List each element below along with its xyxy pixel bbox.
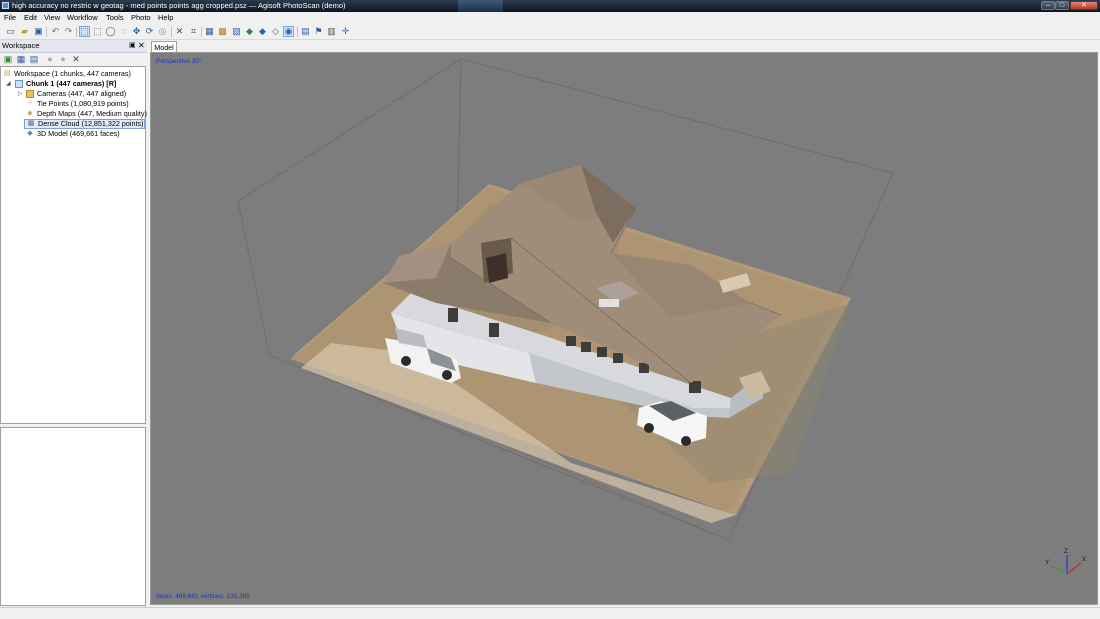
workspace-toolbar: ▣ ▦ ▤ ● ● ✕ (0, 53, 147, 66)
app-icon (2, 2, 9, 9)
undo-icon[interactable]: ↶ (50, 26, 61, 37)
viewport-status: faces: 469,661 vertices: 235,385 (156, 593, 250, 600)
model-icon: ◆ (27, 130, 33, 138)
tree-item-workspace[interactable]: ▤ Workspace (1 chunks, 447 cameras) (3, 69, 131, 79)
menu-bar: File Edit View Workflow Tools Photo Help (0, 12, 1100, 24)
axis-y-label: Y (1045, 559, 1050, 566)
tree-item-cameras[interactable]: Cameras (447, 447 aligned) (26, 89, 126, 99)
tree-item-dense-cloud[interactable]: ▦ Dense Cloud (12,851,322 points) (24, 119, 145, 129)
save-icon[interactable]: ▣ (33, 26, 44, 37)
menu-workflow[interactable]: Workflow (67, 12, 98, 24)
toolbar-separator (46, 27, 47, 37)
chunk-icon (15, 80, 23, 89)
redo-icon[interactable]: ↷ (63, 26, 74, 37)
remove-icon[interactable]: ✕ (71, 54, 81, 64)
solid-model-icon[interactable]: ◆ (257, 26, 268, 37)
delete-selection-icon[interactable]: ✕ (174, 26, 185, 37)
toolbar: ▭ ▰ ▣ ↶ ↷ ⬚ ⬚ ◯ ◌ ✥ ⟳ ◎ ✕ ⌗ ▦ ▩ ▧ ◆ ◆ ◇ … (0, 25, 1100, 40)
workspace-tree: ▤ Workspace (1 chunks, 447 cameras) ◢ Chu… (0, 66, 147, 424)
axis-x-label: X (1082, 556, 1087, 563)
folder-icon (26, 90, 34, 99)
disable-icon[interactable]: ● (58, 54, 68, 64)
enable-icon[interactable]: ● (45, 54, 55, 64)
taskbar-highlight (458, 0, 503, 12)
menu-file[interactable]: File (4, 12, 16, 24)
toolbar-separator (201, 27, 202, 37)
tree-item-depth-maps[interactable]: ◈ Depth Maps (447, Medium quality) (26, 109, 147, 119)
show-dense-cloud-icon[interactable]: ▧ (231, 26, 242, 37)
status-bar (0, 607, 1100, 619)
properties-panel (0, 427, 146, 606)
maximize-button[interactable]: □ (1055, 1, 1069, 10)
toolbar-separator (297, 27, 298, 37)
axis-z-label: Z (1064, 548, 1068, 555)
open-icon[interactable]: ▰ (19, 26, 30, 37)
show-markers-icon[interactable]: ⚑ (313, 26, 324, 37)
menu-tools[interactable]: Tools (106, 12, 124, 24)
collapse-arrow-icon[interactable]: ◢ (6, 79, 11, 89)
textured-model-icon[interactable]: ◉ (283, 26, 294, 37)
menu-photo[interactable]: Photo (131, 12, 151, 24)
menu-help[interactable]: Help (158, 12, 173, 24)
move-object-icon[interactable]: ✥ (131, 26, 142, 37)
reset-view-icon[interactable]: ✛ (340, 26, 351, 37)
projection-label: Perspective 30° (156, 58, 202, 65)
menu-edit[interactable]: Edit (24, 12, 37, 24)
close-button[interactable]: ✕ (1070, 1, 1098, 10)
workspace-icon: ▤ (3, 70, 11, 78)
axes-gizmo (1050, 555, 1082, 575)
shaded-model-icon[interactable]: ◆ (244, 26, 255, 37)
rotate-object-icon[interactable]: ⟳ (144, 26, 155, 37)
move-region-icon[interactable]: ◎ (157, 26, 168, 37)
show-point-cloud-icon[interactable]: ▩ (217, 26, 228, 37)
wireframe-model-icon[interactable]: ◇ (270, 26, 281, 37)
workspace-header: Workspace ▣ ✕ (0, 40, 147, 53)
crop-selection-icon[interactable]: ⌗ (188, 26, 199, 37)
dense-cloud-icon: ▦ (27, 120, 35, 128)
window-title: high accuracy no restric w geotag - med … (12, 1, 346, 10)
workspace-title: Workspace (2, 41, 40, 50)
depth-maps-icon: ◈ (27, 110, 33, 118)
show-cameras-icon[interactable]: ▦ (204, 26, 215, 37)
menu-view[interactable]: View (44, 12, 60, 24)
new-icon[interactable]: ▭ (5, 26, 16, 37)
add-folder-icon[interactable]: ▤ (29, 54, 39, 64)
title-bar: high accuracy no restric w geotag - med … (0, 0, 1100, 12)
circle-selection-icon[interactable]: ◯ (105, 26, 116, 37)
add-photos-icon[interactable]: ▦ (16, 54, 26, 64)
tree-item-chunk[interactable]: Chunk 1 (447 cameras) [R] (15, 79, 116, 89)
tree-item-3d-model[interactable]: ◆ 3D Model (469,661 faces) (26, 129, 119, 139)
free-form-selection-icon[interactable]: ◌ (118, 26, 129, 37)
toolbar-separator (171, 27, 172, 37)
tree-item-tie-points[interactable]: ⁘ Tie Points (1,080,919 points) (26, 99, 129, 109)
toolbar-separator (76, 27, 77, 37)
model-viewport[interactable]: Z X Y Perspective 30° faces: 469,661 ver… (150, 52, 1098, 605)
close-panel-icon[interactable]: ✕ (138, 40, 145, 52)
float-panel-icon[interactable]: ▣ (129, 40, 136, 52)
add-chunk-icon[interactable]: ▣ (3, 54, 13, 64)
navigation-icon[interactable]: ⬚ (79, 26, 90, 37)
scene-canvas: Z X Y (237, 58, 1087, 575)
show-region-icon[interactable]: ▤ (300, 26, 311, 37)
show-info-icon[interactable]: ▥ (326, 26, 337, 37)
tie-points-icon: ⁘ (27, 100, 33, 108)
expand-arrow-icon[interactable]: ▷ (18, 89, 23, 99)
rectangle-selection-icon[interactable]: ⬚ (92, 26, 103, 37)
minimize-button[interactable]: – (1041, 1, 1055, 10)
